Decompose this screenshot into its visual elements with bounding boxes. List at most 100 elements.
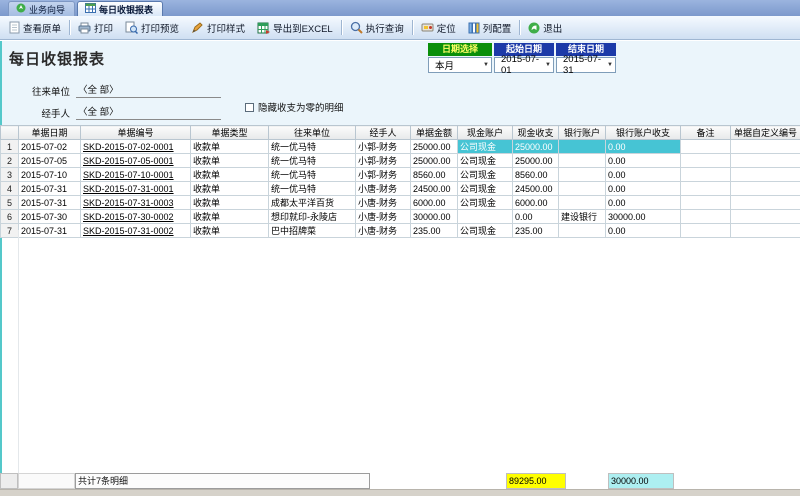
col-header-note[interactable]: 备注	[681, 126, 731, 140]
print-icon	[78, 22, 91, 34]
row-number: 3	[1, 168, 19, 182]
tab-daily-cashier-report[interactable]: 每日收银报表	[77, 1, 163, 16]
cell-handler: 小唐-财务	[356, 196, 411, 210]
tab-label: 每日收银报表	[99, 3, 153, 16]
handler-filter-row: 经手人 〈全 部〉	[18, 104, 221, 120]
cell-no[interactable]: SKD-2015-07-30-0002	[81, 210, 191, 224]
cell-handler: 小唐-财务	[356, 224, 411, 238]
cell-bank_flow: 0.00	[606, 168, 681, 182]
start-date-value: 2015-07-01	[501, 54, 545, 76]
col-header-cash_acct[interactable]: 现金账户	[458, 126, 513, 140]
start-date-dropdown[interactable]: 2015-07-01 ▼	[494, 57, 554, 73]
exit-button[interactable]: 退出	[522, 18, 568, 38]
view-original-button[interactable]: 查看原单	[3, 18, 67, 38]
cell-handler: 小郭-财务	[356, 140, 411, 154]
cell-date: 2015-07-30	[19, 210, 81, 224]
run-query-button[interactable]: 执行查询	[344, 18, 410, 38]
cell-bank_acct	[559, 196, 606, 210]
col-header-date[interactable]: 单据日期	[19, 126, 81, 140]
row-number: 5	[1, 196, 19, 210]
cell-amount: 6000.00	[411, 196, 458, 210]
print-button[interactable]: 打印	[72, 18, 119, 38]
cell-no[interactable]: SKD-2015-07-05-0001	[81, 154, 191, 168]
date-selector-values: 本月 ▼ 2015-07-01 ▼ 2015-07-31 ▼	[428, 56, 618, 73]
end-date-value: 2015-07-31	[563, 54, 607, 76]
cell-custom	[731, 224, 800, 238]
report-grid: 单据日期单据编号单据类型往来单位经手人单据金额现金账户现金收支银行账户银行账户收…	[0, 125, 800, 238]
cell-type: 收款单	[191, 182, 269, 196]
print-preview-button[interactable]: 打印预览	[119, 18, 185, 38]
print-style-button[interactable]: 打印样式	[185, 18, 251, 38]
chevron-down-icon: ▼	[607, 62, 613, 68]
cell-bank_flow: 30000.00	[606, 210, 681, 224]
date-mode-dropdown[interactable]: 本月 ▼	[428, 57, 492, 73]
cell-handler: 小郭-财务	[356, 168, 411, 182]
cell-no[interactable]: SKD-2015-07-10-0001	[81, 168, 191, 182]
cell-cash_acct	[458, 210, 513, 224]
filters: 往来单位 〈全 部〉 经手人 〈全 部〉	[18, 82, 221, 126]
col-header-cash_flow[interactable]: 现金收支	[513, 126, 559, 140]
col-header-unit[interactable]: 往来单位	[269, 126, 356, 140]
wizard-icon	[16, 3, 26, 15]
row-number: 2	[1, 154, 19, 168]
cell-type: 收款单	[191, 224, 269, 238]
cell-custom	[731, 140, 800, 154]
cell-note	[681, 196, 731, 210]
cell-bank_acct: 建设银行	[559, 210, 606, 224]
cell-no[interactable]: SKD-2015-07-31-0001	[81, 182, 191, 196]
row-number: 7	[1, 224, 19, 238]
cell-note	[681, 182, 731, 196]
export-excel-icon	[257, 22, 270, 34]
bottom-status-strip	[0, 489, 800, 496]
row-number-header	[1, 126, 19, 140]
cell-no[interactable]: SKD-2015-07-02-0001	[81, 140, 191, 154]
cell-handler: 小唐-财务	[356, 182, 411, 196]
date-mode-value: 本月	[435, 58, 454, 72]
hide-zero-checkbox[interactable]	[245, 103, 254, 112]
tool-label: 执行查询	[366, 21, 404, 35]
export-excel-button[interactable]: 导出到EXCEL	[251, 18, 339, 38]
report-grid-icon	[85, 3, 96, 15]
table-row[interactable]: 42015-07-31SKD-2015-07-31-0001收款单统一优马特小唐…	[1, 182, 800, 196]
table-row[interactable]: 12015-07-02SKD-2015-07-02-0001收款单统一优马特小郭…	[1, 140, 800, 154]
cell-unit: 统一优马特	[269, 140, 356, 154]
cell-no[interactable]: SKD-2015-07-31-0002	[81, 224, 191, 238]
cell-custom	[731, 196, 800, 210]
col-header-handler[interactable]: 经手人	[356, 126, 411, 140]
table-row[interactable]: 32015-07-10SKD-2015-07-10-0001收款单统一优马特小郭…	[1, 168, 800, 182]
unit-filter-field[interactable]: 〈全 部〉	[76, 82, 221, 98]
cell-no[interactable]: SKD-2015-07-31-0003	[81, 196, 191, 210]
cell-date: 2015-07-05	[19, 154, 81, 168]
cell-cash_flow: 8560.00	[513, 168, 559, 182]
end-date-dropdown[interactable]: 2015-07-31 ▼	[556, 57, 616, 73]
tab-business-wizard[interactable]: 业务向导	[8, 1, 75, 16]
handler-filter-field[interactable]: 〈全 部〉	[76, 104, 221, 120]
footer-rownum-cell	[0, 473, 18, 489]
col-header-custom[interactable]: 单据自定义编号	[731, 126, 800, 140]
cell-unit: 统一优马特	[269, 168, 356, 182]
cell-note	[681, 210, 731, 224]
locate-button[interactable]: 定位	[415, 18, 462, 38]
cell-amount: 235.00	[411, 224, 458, 238]
cell-cash_acct: 公司现金	[458, 154, 513, 168]
table-row[interactable]: 62015-07-30SKD-2015-07-30-0002收款单想印就印-永陵…	[1, 210, 800, 224]
cell-type: 收款单	[191, 140, 269, 154]
col-header-bank_acct[interactable]: 银行账户	[559, 126, 606, 140]
cell-cash_acct: 公司现金	[458, 168, 513, 182]
date-mode-header: 日期选择	[428, 43, 492, 56]
table-row[interactable]: 22015-07-05SKD-2015-07-05-0001收款单统一优马特小郭…	[1, 154, 800, 168]
tool-label: 打印样式	[207, 21, 245, 35]
grid-guide-line	[18, 230, 19, 473]
col-header-amount[interactable]: 单据金额	[411, 126, 458, 140]
cell-date: 2015-07-31	[19, 224, 81, 238]
col-header-no[interactable]: 单据编号	[81, 126, 191, 140]
table-row[interactable]: 52015-07-31SKD-2015-07-31-0003收款单成都太平洋百货…	[1, 196, 800, 210]
col-header-bank_flow[interactable]: 银行账户收支	[606, 126, 681, 140]
table-row[interactable]: 72015-07-31SKD-2015-07-31-0002收款单巴中招牌菜小唐…	[1, 224, 800, 238]
column-config-button[interactable]: 列配置	[462, 18, 518, 38]
row-number: 6	[1, 210, 19, 224]
col-header-type[interactable]: 单据类型	[191, 126, 269, 140]
tool-label: 查看原单	[23, 21, 61, 35]
cell-bank_acct	[559, 140, 606, 154]
footer-bank-total: 30000.00	[608, 473, 674, 489]
